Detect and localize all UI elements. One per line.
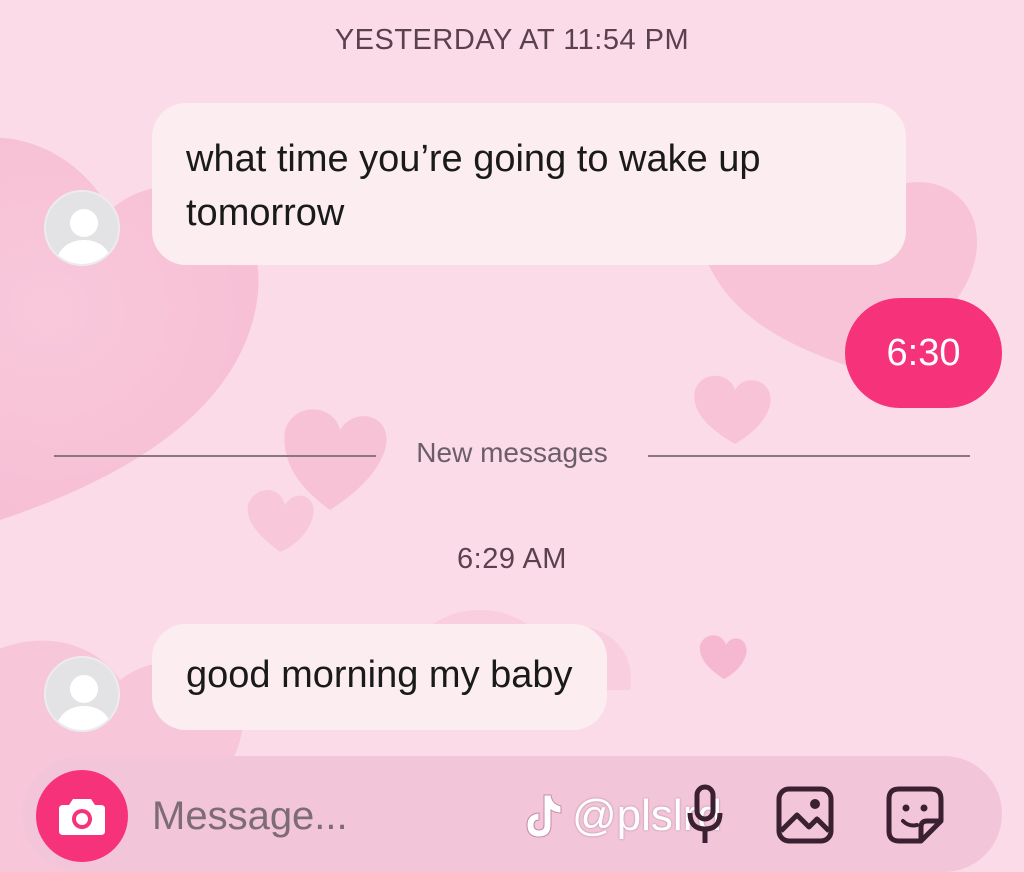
message-text: what time you’re going to wake up tomorr… <box>186 138 761 234</box>
timestamp-yesterday: YESTERDAY AT 11:54 PM <box>334 24 690 56</box>
outgoing-message-bubble[interactable]: 6:30 <box>845 298 1002 408</box>
camera-icon <box>59 799 105 835</box>
tiktok-logo-icon <box>526 794 562 838</box>
camera-button[interactable] <box>36 770 128 862</box>
new-messages-divider: New messages <box>416 437 608 468</box>
timestamp-today: 6:29 AM <box>457 543 567 575</box>
sticker-icon <box>886 786 944 844</box>
microphone-button[interactable] <box>680 782 730 848</box>
message-input[interactable] <box>152 786 492 846</box>
microphone-icon <box>687 784 723 843</box>
sticker-button[interactable] <box>884 784 946 846</box>
sender-avatar[interactable] <box>44 190 120 266</box>
gallery-button[interactable] <box>774 784 836 846</box>
incoming-message-bubble[interactable]: good morning my baby <box>152 624 607 730</box>
incoming-message-bubble[interactable]: what time you’re going to wake up tomorr… <box>152 103 906 265</box>
sender-avatar[interactable] <box>44 656 120 732</box>
message-text: 6:30 <box>886 331 961 374</box>
message-text: good morning my baby <box>186 654 573 696</box>
gallery-icon <box>776 786 834 844</box>
